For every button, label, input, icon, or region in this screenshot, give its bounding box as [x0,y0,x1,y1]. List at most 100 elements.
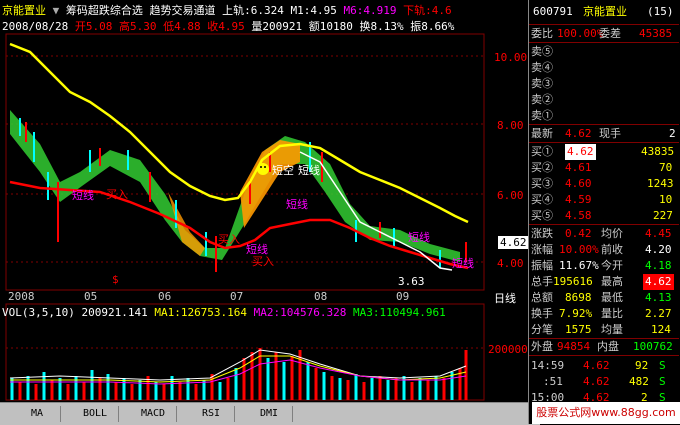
m6-value: M6:4.919 [343,4,397,17]
indicator-tabs: MA BOLL MACD RSI DMI [0,402,540,425]
stat-label: 分笔 [531,323,553,336]
latest-value: 4.62 [565,127,592,140]
buy-vol: 227 [653,209,673,222]
stat-label: 换手 [531,307,553,320]
buy-price: 4.62 [565,144,596,160]
buy-vol: 70 [659,161,673,174]
weicha-value: 45385 [639,27,673,40]
tick-row: 14:59 4.62 92 S [531,358,677,374]
stat-value: 4.13 [645,291,672,304]
stat-row: 换手 7.92% 量比 2.27 [531,306,677,322]
sell-2[interactable]: 卖② [531,92,677,108]
stat-label: 量比 [601,307,623,320]
signal-label: 买入 [252,255,274,268]
sell-1[interactable]: 卖① [531,108,677,124]
stat-label: 涨幅 [531,243,553,256]
outer-value: 94854 [557,340,591,353]
stat-label: 总额 [531,291,553,304]
stat-row: 分笔 1575 均量 124 [531,322,677,338]
outer-inner-row: 外盘 94854 内盘 100762 [531,339,677,355]
xianshou-value: 2 [669,127,676,140]
indicator-name: 筹码超跌综合选 [65,4,143,17]
sell-5[interactable]: 卖⑤ [531,44,677,60]
stat-value: 8698 [565,291,592,304]
stat-value: 1575 [565,323,592,336]
tick-time: 14:59 [531,359,565,372]
stat-label: 今开 [601,259,623,272]
m1-value: M1:4.95 [290,4,337,17]
time-axis: 2008 05 06 07 08 09 日线 [0,290,528,305]
buy-row[interactable]: 买② 4.61 70 [531,160,677,176]
kline-chart[interactable]: 京能置业 ▼ 筹码超跌综合选 趋势交易通道 上轨:6.324 M1:4.95 M… [0,0,529,424]
stat-value: 10.00% [559,243,599,256]
buy-row[interactable]: 买① 4.62 43835 [531,144,677,160]
signal-label: 短空 [272,164,294,177]
sell-4[interactable]: 卖④ [531,60,677,76]
quote-title: 600791 京能置业 (15) [531,4,677,20]
signal-label: 短线 [286,198,308,211]
buy-price: 4.61 [565,161,592,174]
volume-tick: 200000 [488,343,528,356]
time-label: 09 [396,290,410,303]
stock-name: 京能置业 [2,4,46,17]
buy-row[interactable]: 买③ 4.60 1243 [531,176,677,192]
stock-count: (15) [647,5,674,18]
xianshou-label: 现手 [599,127,621,140]
brand-watermark: 股票公式网www.88gg.com [532,402,680,424]
buy-label: 买① [531,145,553,158]
signal-label: 短线 [72,189,94,202]
stock-name-panel: 京能置业 [583,5,627,18]
stat-label: 振幅 [531,259,553,272]
tab-rsi[interactable]: RSI [188,406,235,422]
tab-dmi[interactable]: DMI [246,406,293,422]
weibi-label: 委比 [531,27,553,40]
vol-ma3: MA3:110494.961 [353,306,446,319]
buy-vol: 43835 [641,145,675,158]
current-price-tag: 4.62 [498,236,529,249]
buy-label: 买④ [531,193,553,206]
stat-value: 4.20 [645,243,672,256]
latest-row: 最新 4.62 现手 2 [531,126,677,142]
tab-macd[interactable]: MACD [130,406,177,422]
signal-label: 买入 [106,188,128,201]
stat-label: 最低 [601,291,623,304]
vol-title: VOL(3,5,10) 200921.141 [2,306,148,319]
weibi-row: 委比 100.00% 委差 45385 [531,26,677,42]
buy-vol: 1243 [647,177,674,190]
tick-time: :51 [543,375,563,388]
vol-ma1: MA1:126753.164 [154,306,248,319]
tick-vol: 92 [635,359,649,372]
buy-label: 买③ [531,177,553,190]
stat-value: 195616 [553,275,593,288]
stock-code: 600791 [533,5,573,18]
buy-row[interactable]: 买④ 4.59 10 [531,192,677,208]
stat-label: 总手 [531,275,553,288]
time-label: 08 [314,290,328,303]
price-tick-8: 8.00 [497,119,524,132]
stat-label: 均价 [601,227,623,240]
stat-value: 0.42 [565,227,592,240]
tick-side: S [659,359,666,372]
inner-label: 内盘 [597,340,619,353]
buy-label: 买② [531,161,553,174]
tick-row: :51 4.62 482 S [531,374,677,390]
tab-ma[interactable]: MA [14,406,61,422]
sell-3[interactable]: 卖③ [531,76,677,92]
stat-value: 2.27 [645,307,672,320]
tab-boll[interactable]: BOLL [72,406,119,422]
channel-name: 趋势交易通道 [149,4,216,17]
chart-header: 京能置业 ▼ 筹码超跌综合选 趋势交易通道 上轨:6.324 M1:4.95 M… [0,0,528,33]
stat-value: 124 [651,323,671,336]
stat-value: 7.92% [559,307,593,320]
quote-panel: 600791 京能置业 (15) 委比 100.00% 委差 45385 卖⑤ … [528,0,680,424]
weibi-value: 100.00% [557,27,604,40]
signal-label: 短线 [452,257,474,270]
signal-label: 短线 [408,231,430,244]
buy-vol: 10 [659,193,673,206]
stat-label: 最高 [601,275,623,288]
tick-vol: 482 [629,375,649,388]
stat-value: 4.45 [645,227,672,240]
outer-label: 外盘 [531,340,553,353]
period-label[interactable]: 日线 [494,290,516,306]
buy-row[interactable]: 买⑤ 4.58 227 [531,208,677,224]
